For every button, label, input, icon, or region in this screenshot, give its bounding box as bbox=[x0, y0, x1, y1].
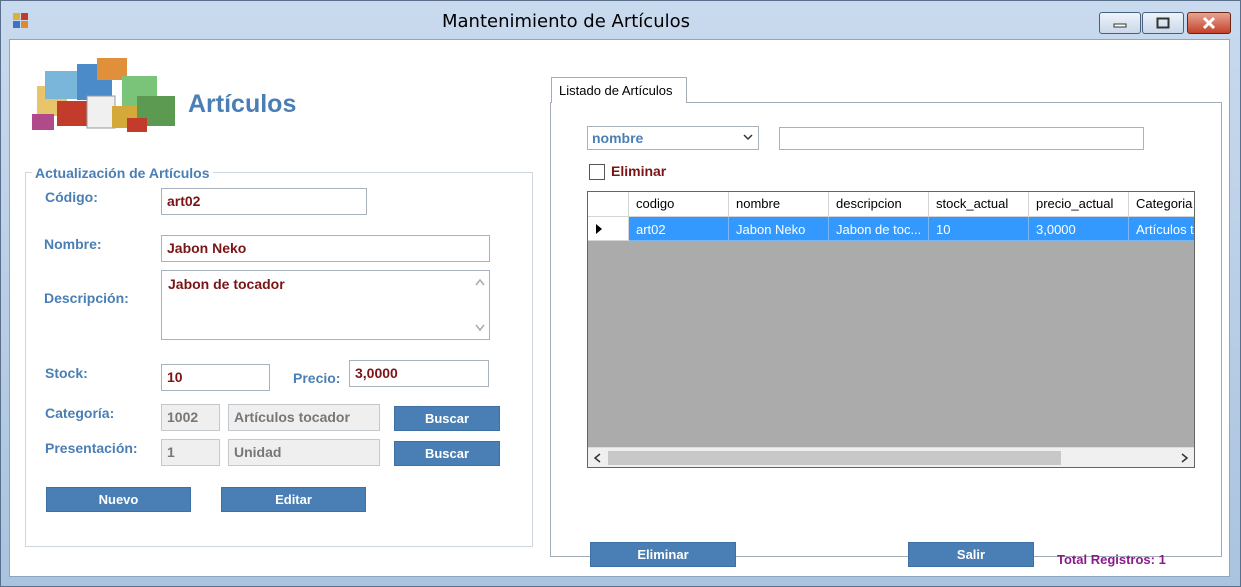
table-row[interactable]: art02 Jabon Neko Jabon de toc... 10 3,00… bbox=[588, 217, 1194, 241]
buscar-presentacion-button[interactable]: Buscar bbox=[394, 441, 500, 466]
column-header[interactable]: codigo bbox=[629, 192, 729, 217]
scroll-left-icon[interactable] bbox=[593, 453, 601, 463]
salir-button[interactable]: Salir bbox=[908, 542, 1034, 567]
categoria-name-input: Artículos tocador bbox=[228, 404, 380, 431]
column-header[interactable]: descripcion bbox=[829, 192, 929, 217]
column-header[interactable]: precio_actual bbox=[1029, 192, 1129, 217]
eliminar-button[interactable]: Eliminar bbox=[590, 542, 736, 567]
editar-button[interactable]: Editar bbox=[221, 487, 366, 512]
grid-header: codigo nombre descripcion stock_actual p… bbox=[588, 192, 1194, 217]
scroll-up-icon[interactable] bbox=[475, 278, 485, 286]
update-groupbox: Actualización de Artículos Código: art02… bbox=[25, 165, 533, 547]
maximize-icon bbox=[1156, 17, 1170, 29]
table-cell[interactable]: art02 bbox=[629, 217, 729, 241]
precio-label: Precio: bbox=[293, 370, 341, 386]
close-button[interactable] bbox=[1187, 12, 1231, 34]
groupbox-legend: Actualización de Artículos bbox=[32, 165, 213, 181]
codigo-input[interactable]: art02 bbox=[161, 188, 367, 215]
chevron-down-icon[interactable] bbox=[742, 131, 754, 143]
row-pointer-icon bbox=[596, 224, 602, 234]
table-cell[interactable]: Jabon de toc... bbox=[829, 217, 929, 241]
title-bar[interactable]: Mantenimiento de Artículos bbox=[1, 1, 1240, 39]
column-header[interactable]: nombre bbox=[729, 192, 829, 217]
nombre-label: Nombre: bbox=[44, 236, 102, 252]
minimize-icon bbox=[1113, 23, 1127, 28]
column-header[interactable]: stock_actual bbox=[929, 192, 1029, 217]
window-title: Mantenimiento de Artículos bbox=[441, 11, 690, 32]
listado-tabpage: nombre Eliminar codigo nombre descripcio… bbox=[550, 102, 1222, 567]
descripcion-text: Jabon de tocador bbox=[168, 276, 285, 292]
presentacion-id-input: 1 bbox=[161, 439, 220, 466]
descripcion-label: Descripción: bbox=[44, 290, 129, 306]
scroll-thumb[interactable] bbox=[608, 451, 1061, 465]
search-input[interactable] bbox=[779, 127, 1144, 150]
column-header[interactable]: Categoria bbox=[1129, 192, 1194, 217]
eliminar-checkbox[interactable] bbox=[589, 164, 605, 180]
total-records-label: Total Registros: 1 bbox=[1057, 552, 1166, 567]
eliminar-checkbox-label[interactable]: Eliminar bbox=[611, 163, 666, 179]
presentacion-name-input: Unidad bbox=[228, 439, 380, 466]
codigo-label: Código: bbox=[45, 189, 98, 205]
page-title: Artículos bbox=[188, 90, 297, 118]
grid-corner bbox=[588, 192, 629, 217]
minimize-button[interactable] bbox=[1099, 12, 1141, 34]
products-image bbox=[32, 58, 175, 132]
table-cell[interactable]: Artículos t bbox=[1129, 217, 1194, 241]
nombre-input[interactable]: Jabon Neko bbox=[161, 235, 490, 262]
filter-select-value: nombre bbox=[592, 130, 644, 146]
buscar-categoria-button[interactable]: Buscar bbox=[394, 406, 500, 431]
nuevo-button[interactable]: Nuevo bbox=[46, 487, 191, 512]
stock-input[interactable]: 10 bbox=[161, 364, 270, 391]
close-icon bbox=[1202, 16, 1216, 30]
scroll-right-icon[interactable] bbox=[1181, 453, 1189, 463]
precio-input[interactable]: 3,0000 bbox=[349, 360, 489, 387]
app-window: Mantenimiento de Artículos Artículos Act… bbox=[0, 0, 1241, 587]
row-header[interactable] bbox=[588, 217, 629, 241]
table-cell[interactable]: 3,0000 bbox=[1029, 217, 1129, 241]
client-area: Artículos Actualización de Artículos Cód… bbox=[9, 39, 1230, 577]
table-cell[interactable]: Jabon Neko bbox=[729, 217, 829, 241]
table-cell[interactable]: 10 bbox=[929, 217, 1029, 241]
presentacion-label: Presentación: bbox=[45, 440, 138, 456]
descripcion-scrollbar[interactable] bbox=[471, 272, 488, 338]
descripcion-textarea[interactable]: Jabon de tocador bbox=[161, 270, 490, 340]
filter-select[interactable]: nombre bbox=[587, 126, 759, 150]
categoria-label: Categoría: bbox=[45, 405, 115, 421]
maximize-button[interactable] bbox=[1142, 12, 1184, 34]
scroll-down-icon[interactable] bbox=[475, 324, 485, 332]
articles-grid[interactable]: codigo nombre descripcion stock_actual p… bbox=[587, 191, 1195, 468]
tab-listado[interactable]: Listado de Artículos bbox=[551, 77, 687, 103]
grid-horizontal-scrollbar[interactable] bbox=[588, 447, 1194, 467]
stock-label: Stock: bbox=[45, 365, 88, 381]
categoria-id-input: 1002 bbox=[161, 404, 220, 431]
